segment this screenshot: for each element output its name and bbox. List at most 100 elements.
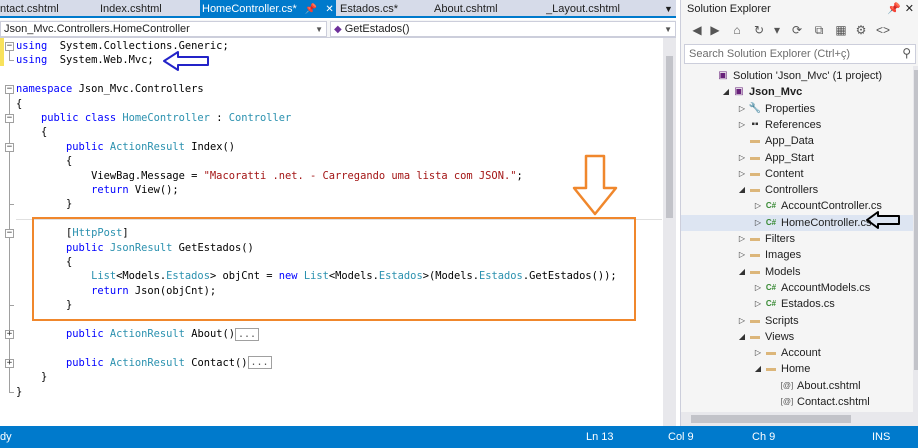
collapse-toggle[interactable]: − [5, 42, 14, 51]
search-input[interactable]: Search Solution Explorer (Ctrl+ç) ⚲ [684, 44, 916, 64]
tab-estados-cs[interactable]: Estados.cs* [340, 1, 430, 17]
show-all-files-icon[interactable]: ▦ [833, 22, 849, 38]
expand-arrow-icon[interactable]: ▷ [737, 150, 747, 166]
expand-arrow-icon[interactable]: ◢ [737, 329, 747, 345]
tab-layout-cshtml[interactable]: _Layout.cshtml [546, 1, 656, 17]
tree-item[interactable]: ◢ ▬ Models [681, 264, 918, 280]
tree-item[interactable]: ▷ ▬ Scripts [681, 313, 918, 329]
tree-item-label: Content [765, 167, 804, 180]
tree-item[interactable]: ◢ ▬ Home [681, 361, 918, 377]
search-icon[interactable]: ⚲ [902, 46, 911, 60]
tree-item[interactable]: ▷ ▬ App_Start [681, 150, 918, 166]
expand-arrow-icon[interactable]: ◢ [737, 264, 747, 280]
code-token: namespace [16, 83, 73, 96]
tree-horizontal-scrollbar[interactable] [681, 412, 918, 426]
expand-toggle[interactable]: + [5, 330, 14, 339]
forward-icon[interactable]: ▶ [707, 22, 723, 38]
back-icon[interactable]: ◀ [689, 22, 705, 38]
change-indicator [0, 38, 4, 66]
class-dropdown[interactable]: Json_Mvc.Controllers.HomeController ▼ [0, 21, 327, 37]
collapse-toggle[interactable]: − [5, 114, 14, 123]
tree-vertical-scrollbar[interactable] [913, 66, 918, 426]
expand-arrow-icon[interactable]: ▷ [737, 166, 747, 182]
expand-arrow-icon[interactable]: ▷ [753, 345, 763, 361]
member-dropdown[interactable]: ◆ GetEstados() ▼ [330, 21, 676, 37]
tree-item[interactable]: ▷ ▬ Account [681, 345, 918, 361]
pin-icon[interactable]: 📌 [305, 1, 317, 18]
expand-arrow-icon[interactable]: ▷ [737, 231, 747, 247]
expand-arrow-icon[interactable]: ▷ [737, 313, 747, 329]
collapse-toggle[interactable]: − [5, 229, 14, 239]
tree-item[interactable]: [@] Contact.cshtml [681, 394, 918, 410]
status-bar: dy Ln 13 Col 9 Ch 9 INS [0, 426, 918, 448]
editor-vertical-scrollbar[interactable] [663, 38, 676, 426]
collapse-toggle[interactable]: − [5, 85, 14, 95]
refresh-icon[interactable]: ⟳ [789, 22, 805, 38]
folder-icon: ▬ [766, 347, 776, 359]
home-icon[interactable]: ⌂ [729, 22, 745, 38]
tree-item[interactable]: ◢ ▬ Controllers [681, 182, 918, 198]
expand-arrow-icon[interactable]: ◢ [737, 182, 747, 198]
expand-arrow-icon[interactable]: ◢ [721, 84, 731, 100]
close-icon[interactable]: ✕ [905, 0, 914, 18]
tree-item[interactable]: ▣ Solution 'Json_Mvc' (1 project) [681, 68, 918, 84]
code-token: { [16, 97, 23, 110]
expand-arrow-icon[interactable]: ▷ [753, 215, 763, 231]
tree-item[interactable]: ▷ ▬ Images [681, 247, 918, 263]
collapsed-region-marker[interactable]: ... [234, 327, 260, 341]
code-token: Controller [228, 112, 292, 124]
tree-item[interactable]: ▬ App_Data [681, 133, 918, 149]
tab-homecontroller-cs[interactable]: HomeController.cs* 📌 ✕ [200, 0, 336, 18]
orange-arrow-annotation [572, 154, 618, 216]
scroll-thumb[interactable] [691, 415, 851, 423]
project-icon: ▪▪ [751, 118, 759, 130]
tree-item[interactable]: ▷ 🔧 Properties [681, 101, 918, 117]
collapse-all-icon[interactable]: ⧉ [811, 22, 827, 38]
scroll-thumb[interactable] [666, 56, 673, 218]
tab-about-cshtml[interactable]: About.cshtml [434, 1, 530, 17]
tree-item[interactable]: ◢ ▬ Views [681, 329, 918, 345]
tab-overflow-dropdown[interactable]: ▼ [664, 1, 673, 17]
folder-icon: ▬ [750, 151, 760, 163]
tree-item-label: Home [781, 363, 811, 376]
code-editor[interactable]: using System.Collections.Generic; using S… [0, 38, 676, 426]
code-line: return View(); [16, 183, 179, 197]
pin-icon[interactable]: 📌 [887, 0, 901, 18]
tab-label: HomeController.cs* [202, 3, 297, 15]
expand-arrow-icon[interactable]: ◢ [753, 361, 763, 377]
tab-index-cshtml[interactable]: Index.cshtml [100, 1, 196, 17]
code-token: } [16, 371, 48, 384]
expand-arrow-icon[interactable]: ▷ [737, 247, 747, 263]
expand-arrow-icon[interactable]: ▷ [737, 101, 747, 117]
tree-item[interactable]: ▷ ▬ Content [681, 166, 918, 182]
tree-item[interactable]: ▷ ▪▪ References [681, 117, 918, 133]
dropdown-icon[interactable]: ▾ [769, 22, 785, 38]
properties-icon[interactable]: ⚙ [853, 22, 869, 38]
expand-arrow-icon[interactable]: ▷ [753, 280, 763, 296]
tree-item[interactable]: ▷ ▬ Filters [681, 231, 918, 247]
highlight-box [32, 217, 636, 321]
folder-icon: ▬ [750, 184, 760, 196]
expand-arrow-icon[interactable]: ▷ [753, 198, 763, 214]
code-view-icon[interactable]: <> [875, 22, 891, 38]
tree-item[interactable]: ◢ ▣ Json_Mvc [681, 84, 918, 100]
razor-file-icon: [@] [780, 397, 794, 406]
code-token: Index() [184, 140, 235, 153]
close-icon[interactable]: ✕ [325, 1, 333, 18]
search-placeholder: Search Solution Explorer (Ctrl+ç) [689, 48, 851, 60]
tree-item[interactable]: ▷ C# AccountModels.cs [681, 280, 918, 296]
scroll-thumb[interactable] [914, 70, 918, 370]
tree-item[interactable]: [@] About.cshtml [681, 378, 918, 394]
tree-item[interactable]: ▷ C# Estados.cs [681, 296, 918, 312]
collapse-toggle[interactable]: − [5, 142, 14, 152]
code-line: } [16, 370, 47, 384]
code-line: ViewBag.Message = "Macoratti .net. - Car… [16, 169, 523, 183]
tab-contact-cshtml[interactable]: ntact.cshtml [0, 1, 96, 17]
expand-toggle[interactable]: + [5, 358, 14, 368]
sync-icon[interactable]: ↻ [751, 22, 767, 38]
line-number: Ln 13 [586, 431, 614, 443]
expand-arrow-icon[interactable]: ▷ [737, 117, 747, 133]
expand-arrow-icon[interactable]: ▷ [753, 296, 763, 312]
csharp-file-icon: C# [765, 299, 777, 309]
collapsed-region-marker[interactable]: ... [247, 356, 272, 370]
